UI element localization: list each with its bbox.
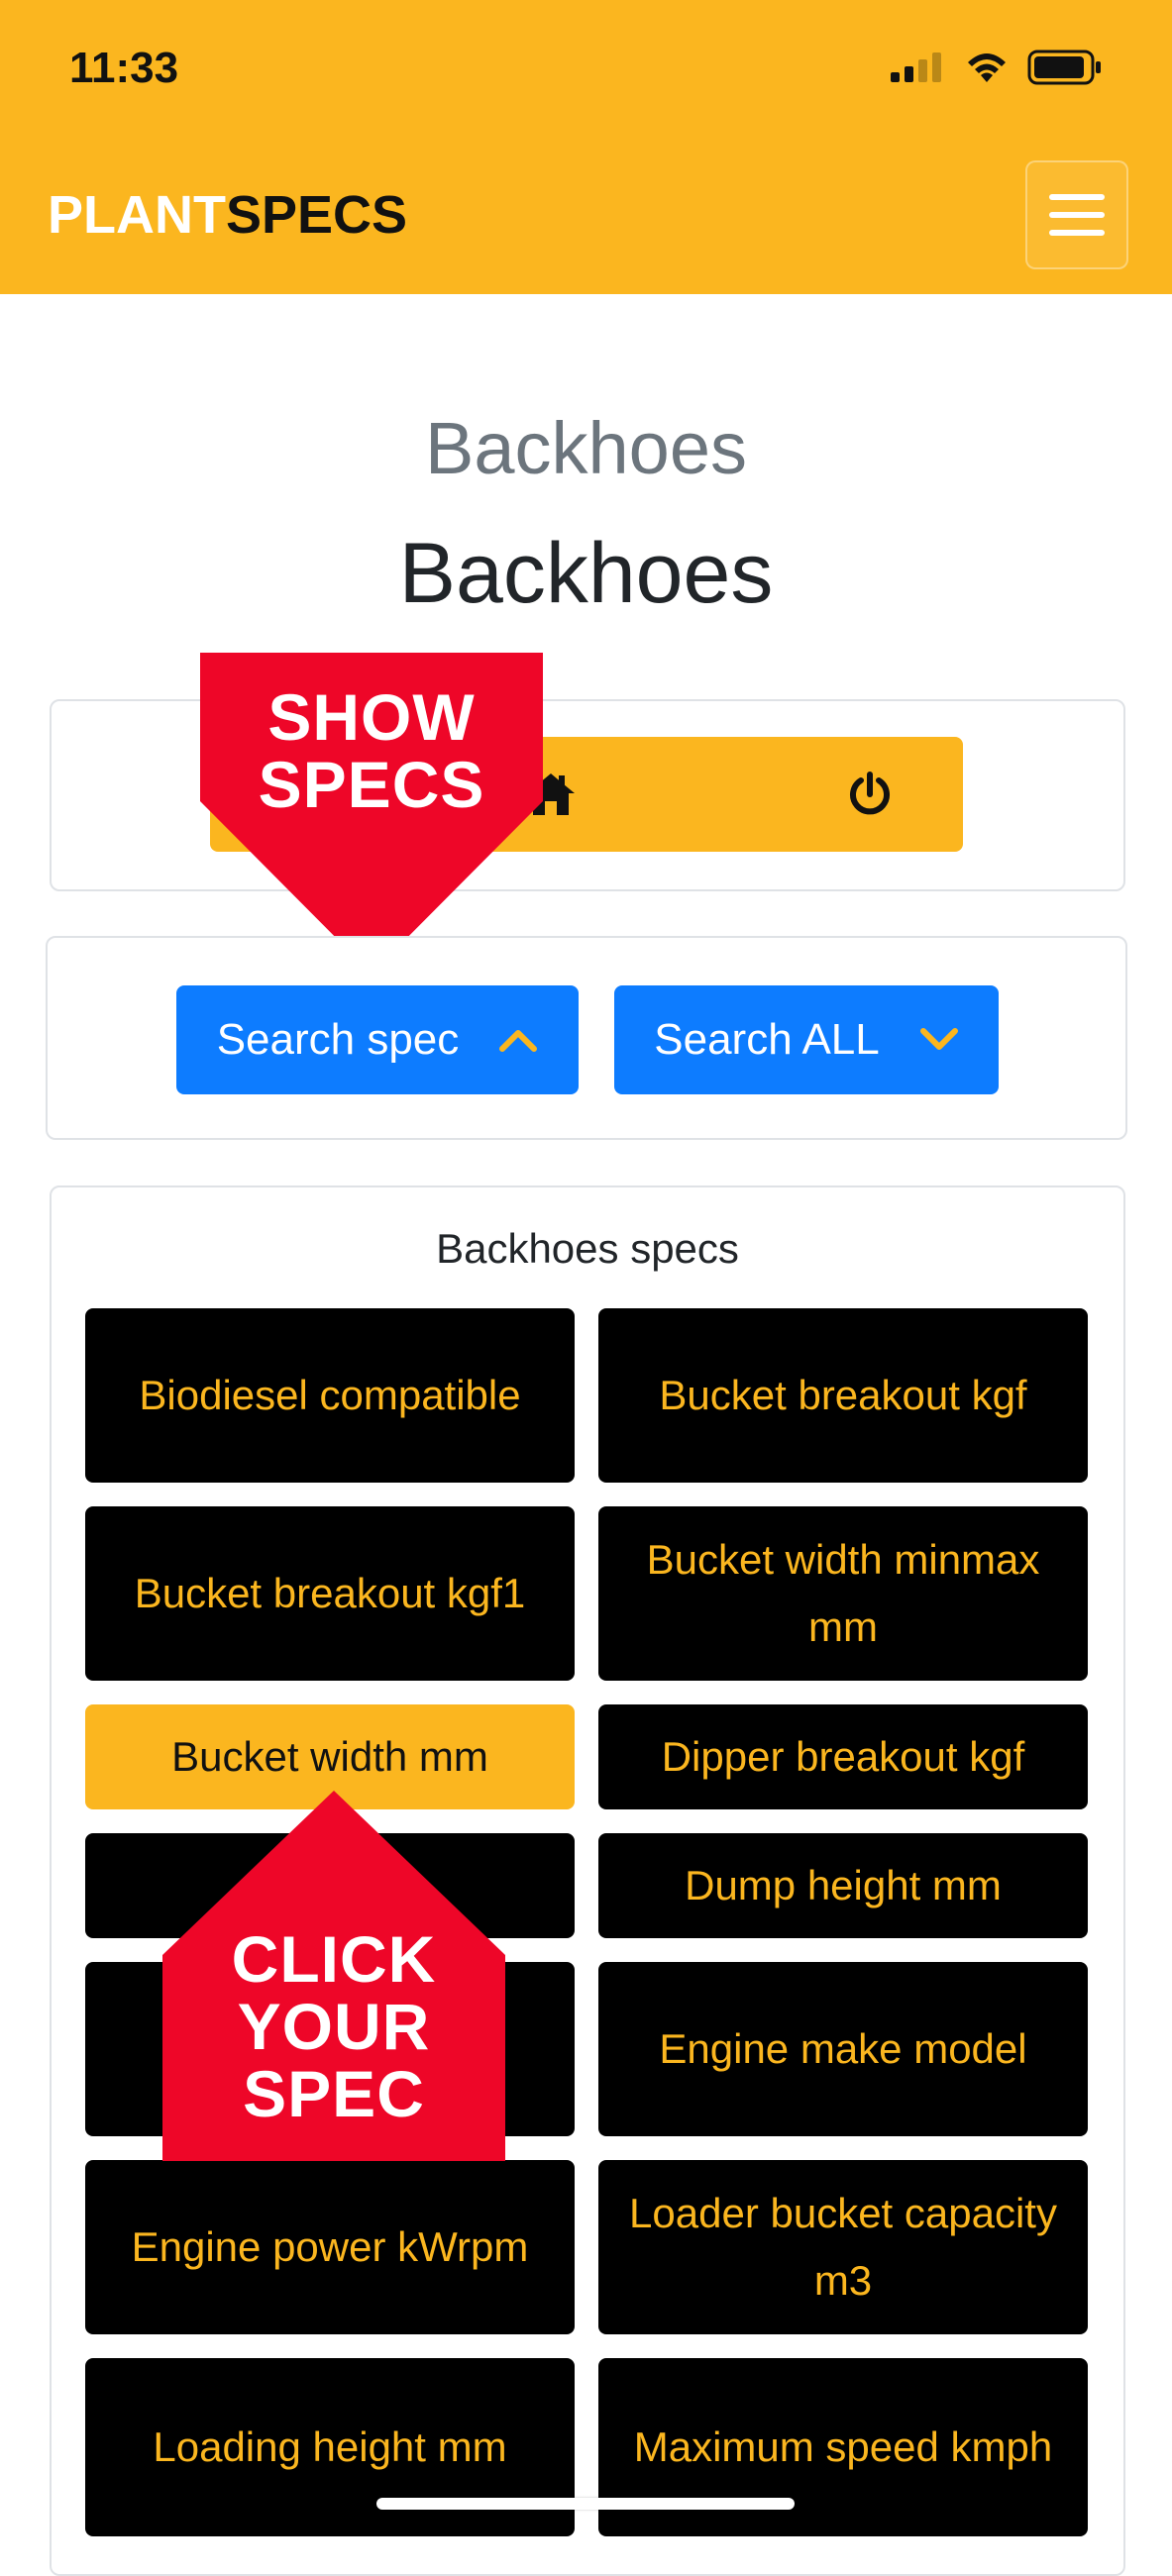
search-spec-button[interactable]: Search spec — [176, 985, 579, 1094]
brand-part2: SPECS — [225, 185, 408, 245]
spec-tile-loading-height-mm[interactable]: Loading height mm — [85, 2358, 575, 2536]
status-icons — [891, 50, 1103, 85]
signal-icon — [891, 52, 941, 82]
brand-logo[interactable]: PLANTSPECS — [48, 184, 407, 246]
spec-tile-engine-make-model[interactable]: Engine make model — [598, 1962, 1088, 2136]
spec-tile-bucket-breakout-kgf[interactable]: Bucket breakout kgf — [598, 1308, 1088, 1483]
search-spec-label: Search spec — [216, 1015, 460, 1064]
click-your-spec-line1: CLICK — [231, 1922, 437, 1996]
spec-tile-engine-power[interactable]: Engine power kWrpm — [85, 2160, 575, 2334]
spec-tile-loader-bucket-capacity[interactable]: Loader bucket capacity m3 — [598, 2160, 1088, 2334]
page-title: Backhoes — [398, 526, 774, 621]
brand-part1: PLANT — [48, 185, 226, 245]
power-icon — [850, 772, 890, 815]
battery-icon — [1027, 50, 1101, 85]
home-indicator[interactable] — [376, 2498, 795, 2510]
specs-title: Backhoes specs — [436, 1225, 739, 1272]
spec-tile-bucket-breakout-kgf1[interactable]: Bucket breakout kgf1 — [85, 1506, 575, 1681]
hamburger-icon — [1049, 194, 1105, 236]
click-your-spec-line3: SPEC — [243, 2057, 425, 2130]
click-your-spec-line2: YOUR — [237, 1990, 431, 2063]
status-time: 11:33 — [69, 44, 179, 92]
show-specs-line1: SHOW — [267, 680, 476, 754]
search-all-button[interactable]: Search ALL — [614, 985, 999, 1094]
menu-toggle-button[interactable] — [1025, 160, 1128, 269]
spec-tile-biodiesel-compatible[interactable]: Biodiesel compatible — [85, 1308, 575, 1483]
spec-tile-bucket-width-minmax[interactable]: Bucket width minmax mm — [598, 1506, 1088, 1681]
show-specs-line2: SPECS — [258, 748, 485, 821]
search-card: Search spec Search ALL — [46, 936, 1127, 1140]
spec-tile-maximum-speed[interactable]: Maximum speed kmph — [598, 2358, 1088, 2536]
spec-tile-dipper-breakout-kgf[interactable]: Dipper breakout kgf — [598, 1704, 1088, 1809]
chevron-down-icon — [919, 1028, 958, 1050]
spec-tile-dump-height-mm[interactable]: Dump height mm — [598, 1833, 1088, 1938]
page-subtitle: Backhoes — [425, 407, 747, 489]
wifi-icon — [968, 53, 1006, 82]
app-header: 11:33 PLANTSPECS — [0, 0, 1172, 294]
search-all-label: Search ALL — [654, 1015, 880, 1064]
chevron-up-icon — [499, 1030, 538, 1052]
logout-button[interactable] — [777, 737, 963, 852]
